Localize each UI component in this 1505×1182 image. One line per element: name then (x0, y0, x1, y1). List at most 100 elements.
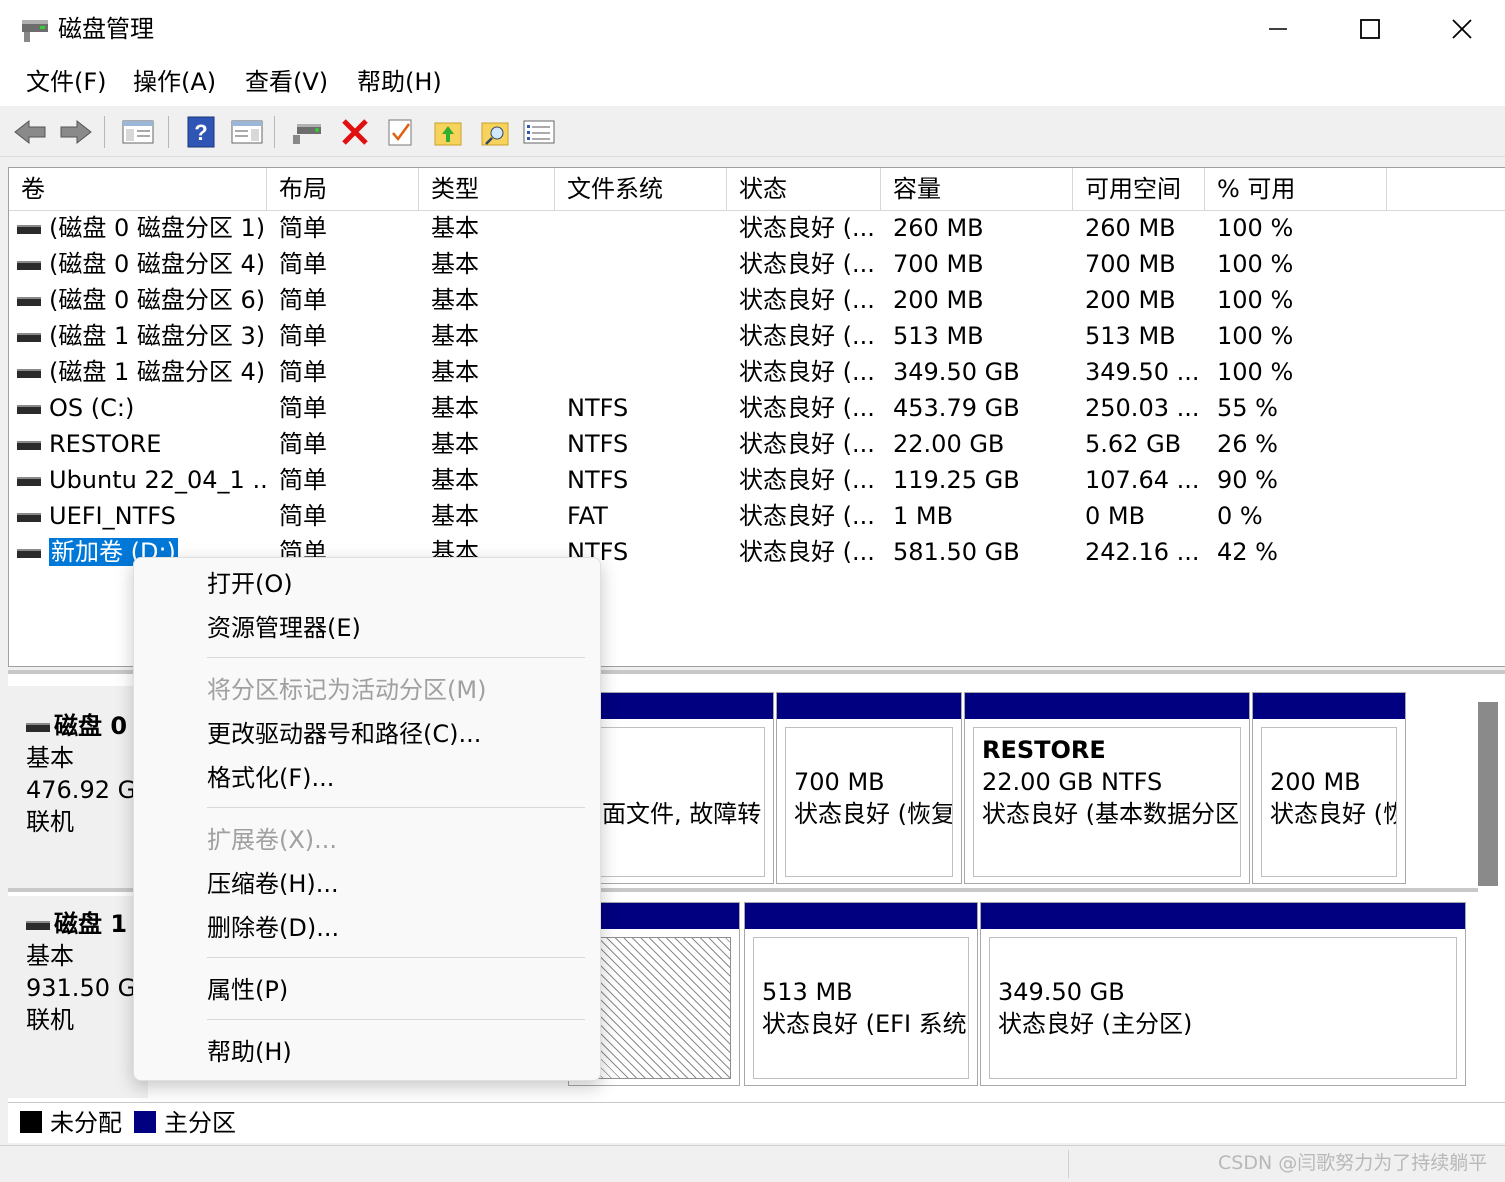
connect-disk-icon (293, 124, 321, 144)
drive-icon (17, 440, 41, 450)
ctx-help[interactable]: 帮助(H) (134, 1032, 600, 1072)
ctx-change-drive-letter[interactable]: 更改驱动器号和路径(C)... (134, 714, 600, 754)
column-layout[interactable]: 布局 (267, 168, 419, 210)
primary-partition-bar (1253, 693, 1405, 719)
partition-disk0-recovery-700[interactable]: 700 MB 状态良好 (恢复 (776, 692, 962, 884)
disk-0-info[interactable]: 磁盘 0 基本 476.92 GI 联机 (8, 686, 148, 888)
cell-name: (磁盘 1 磁盘分区 3) (17, 318, 267, 354)
partition-disk1-efi[interactable]: 513 MB 状态良好 (EFI 系统分 (744, 902, 978, 1086)
toolbar-separator (104, 116, 105, 148)
cell-fs (567, 210, 727, 246)
ctx-open[interactable]: 打开(O) (134, 564, 600, 604)
cell-name: OS (C:) (17, 390, 267, 426)
column-percent-free[interactable]: % 可用 (1205, 168, 1387, 210)
check-button[interactable] (383, 114, 419, 150)
column-type[interactable]: 类型 (419, 168, 555, 210)
cell-type: 基本 (431, 322, 479, 350)
partition-disk0-recovery-200[interactable]: 200 MB 状态良好 (恢 (1252, 692, 1406, 884)
cell-capacity: 260 MB (893, 214, 984, 242)
legend-unallocated-label: 未分配 (50, 1109, 122, 1137)
table-row[interactable]: RESTORE 简单 基本 NTFS 状态良好 (... 22.00 GB 5.62 GB 2… (9, 426, 1505, 462)
cell-capacity: 513 MB (893, 322, 984, 350)
cell-free: 250.03 ... (1085, 394, 1200, 422)
table-row[interactable]: UEFI_NTFS 简单 基本 FAT 状态良好 (... 1 MB 0 MB 0 % (9, 498, 1505, 534)
table-row[interactable]: (磁盘 0 磁盘分区 4) 简单 基本 状态良好 (... 700 MB 700 MB 10… (9, 246, 1505, 282)
cell-layout: 简单 (279, 502, 327, 530)
legend-primary-swatch (134, 1111, 156, 1133)
folder-up-button[interactable] (430, 114, 466, 150)
menu-help[interactable]: 帮助(H) (353, 66, 446, 98)
cell-capacity: 349.50 GB (893, 358, 1020, 386)
column-status[interactable]: 状态 (727, 168, 881, 210)
ctx-shrink-volume[interactable]: 压缩卷(H)... (134, 864, 600, 904)
disk-0-type: 基本 (26, 744, 74, 772)
check-icon (388, 119, 412, 146)
drive-icon (17, 512, 41, 522)
ctx-format[interactable]: 格式化(F)... (134, 758, 600, 798)
column-capacity[interactable]: 容量 (881, 168, 1073, 210)
connect-disk-button[interactable] (290, 114, 326, 150)
cell-pct: 42 % (1217, 538, 1278, 566)
table-row[interactable]: OS (C:) 简单 基本 NTFS 状态良好 (... 453.79 GB 250.03 … (9, 390, 1505, 426)
cell-fs (567, 318, 727, 354)
cell-fs: NTFS (567, 466, 629, 494)
cell-capacity: 22.00 GB (893, 430, 1005, 458)
volume-name: (磁盘 1 磁盘分区 3) (49, 322, 266, 350)
cell-name: RESTORE (17, 426, 267, 462)
drive-icon (17, 224, 41, 234)
cell-fs (567, 354, 727, 390)
back-button[interactable] (12, 114, 48, 150)
cell-pct: 55 % (1217, 394, 1278, 422)
cell-status: 状态良好 (... (739, 394, 875, 422)
cell-pct: 100 % (1217, 286, 1294, 314)
cell-status: 状态良好 (... (739, 286, 875, 314)
column-volume[interactable]: 卷 (9, 168, 267, 210)
disk-1-info[interactable]: 磁盘 1 基本 931.50 GI 联机 (8, 896, 148, 1098)
column-filesystem[interactable]: 文件系统 (555, 168, 727, 210)
cell-pct: 0 % (1217, 502, 1263, 530)
disk-0-size: 476.92 GI (26, 776, 144, 804)
list-view-icon (523, 120, 555, 144)
menu-action[interactable]: 操作(A) (129, 66, 220, 98)
cell-free: 0 MB (1085, 502, 1146, 530)
table-row[interactable]: Ubuntu 22_04_1 ... 简单 基本 NTFS 状态良好 (... 119.2… (9, 462, 1505, 498)
maximize-button[interactable] (1324, 0, 1416, 58)
title-bar: 磁盘管理 (0, 0, 1505, 58)
ctx-properties[interactable]: 属性(P) (134, 970, 600, 1010)
svg-text:?: ? (194, 120, 207, 145)
ctx-delete-volume[interactable]: 删除卷(D)... (134, 908, 600, 948)
volume-name: OS (C:) (49, 394, 135, 422)
cell-layout: 简单 (279, 466, 327, 494)
partition-disk0-restore[interactable]: RESTORE 22.00 GB NTFS 状态良好 (基本数据分区 (964, 692, 1250, 884)
folder-search-button[interactable] (477, 114, 513, 150)
cell-layout: 简单 (279, 214, 327, 242)
disk-1-type: 基本 (26, 942, 74, 970)
column-free-space[interactable]: 可用空间 (1073, 168, 1205, 210)
cell-pct: 100 % (1217, 250, 1294, 278)
delete-button[interactable] (337, 114, 373, 150)
forward-button[interactable] (58, 114, 94, 150)
help-icon: ? (187, 116, 215, 148)
close-button[interactable] (1416, 0, 1505, 58)
table-row[interactable]: (磁盘 0 磁盘分区 6) 简单 基本 状态良好 (... 200 MB 200 MB 10… (9, 282, 1505, 318)
cell-name: (磁盘 1 磁盘分区 4) (17, 354, 267, 390)
menu-view[interactable]: 查看(V) (241, 66, 332, 98)
properties-view-button[interactable] (229, 114, 265, 150)
legend-unallocated-swatch (20, 1111, 42, 1133)
partition-status: 状态良好 (恢复 (794, 800, 953, 828)
cell-type: 基本 (431, 286, 479, 314)
partition-disk1-primary[interactable]: 349.50 GB 状态良好 (主分区) (980, 902, 1466, 1086)
ctx-explorer[interactable]: 资源管理器(E) (134, 608, 600, 648)
cell-status: 状态良好 (... (739, 358, 875, 386)
drive-icon (17, 332, 41, 342)
help-button[interactable]: ? (183, 114, 219, 150)
table-row[interactable]: (磁盘 0 磁盘分区 1) 简单 基本 状态良好 (... 260 MB 260 MB 10… (9, 210, 1505, 246)
table-row[interactable]: (磁盘 1 磁盘分区 4) 简单 基本 状态良好 (... 349.50 GB 349.5… (9, 354, 1505, 390)
vertical-scrollbar-thumb[interactable] (1478, 702, 1498, 886)
partition-size: 349.50 GB (998, 978, 1125, 1006)
menu-file[interactable]: 文件(F) (22, 66, 111, 98)
minimize-button[interactable] (1232, 0, 1324, 58)
table-row[interactable]: (磁盘 1 磁盘分区 3) 简单 基本 状态良好 (... 513 MB 513 MB 10… (9, 318, 1505, 354)
list-view-button[interactable] (521, 114, 557, 150)
console-tree-button[interactable] (120, 114, 156, 150)
